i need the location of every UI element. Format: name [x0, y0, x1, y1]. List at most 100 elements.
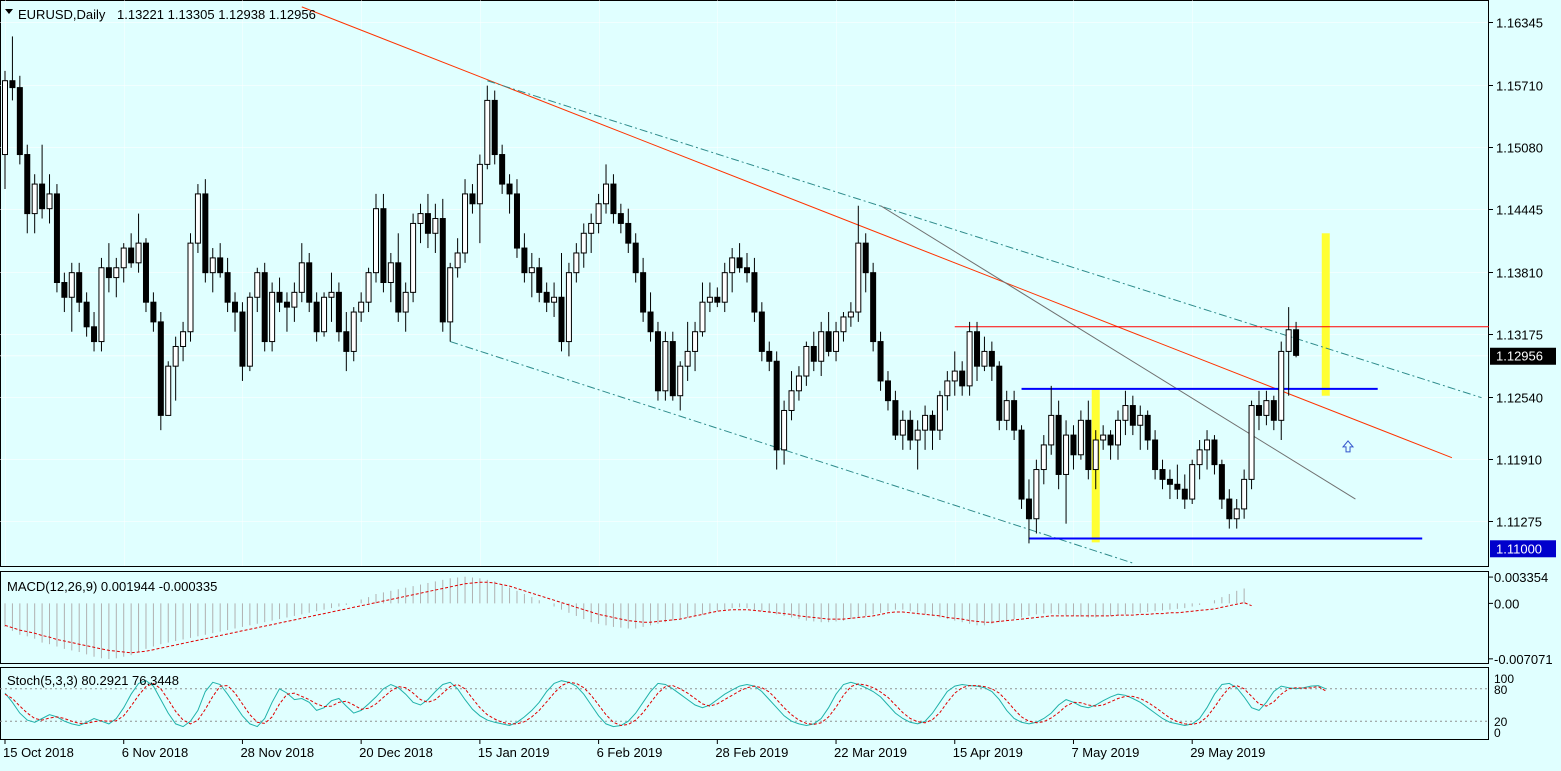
- chart-svg[interactable]: 1.16345 1.15710 1.15080 1.14445 1.13810 1.131…: [0, 0, 1561, 766]
- time-tick-label: 20 Dec 2018: [359, 745, 433, 760]
- bear-candle: [1107, 434, 1114, 446]
- bull-candle: [1048, 414, 1055, 446]
- bull-candle: [269, 291, 276, 343]
- bear-candle: [142, 242, 149, 303]
- bull-candle: [209, 257, 216, 274]
- current-price-label: 1.12956: [1496, 349, 1543, 364]
- bull-candle: [1122, 405, 1129, 421]
- time-tick-label: 29 May 2019: [1190, 745, 1265, 760]
- bear-candle: [521, 247, 528, 274]
- time-tick-label: 6 Feb 2019: [597, 745, 663, 760]
- symbol-label: EURUSD,Daily: [18, 7, 106, 22]
- bull-candle: [914, 429, 921, 441]
- bear-candle: [647, 311, 654, 333]
- bear-candle: [758, 311, 765, 352]
- bull-candle: [966, 331, 973, 387]
- bear-candle: [877, 341, 884, 382]
- time-tick-label: 15 Apr 2019: [953, 745, 1023, 760]
- bear-candle: [83, 301, 90, 328]
- bear-candle: [1018, 429, 1025, 500]
- bear-candle: [128, 247, 135, 264]
- bull-candle: [476, 163, 483, 205]
- bear-candle: [91, 326, 98, 343]
- bull-candle: [98, 267, 105, 343]
- bear-candle: [157, 321, 164, 416]
- time-tick-label: 28 Nov 2018: [240, 745, 314, 760]
- time-tick-label: 15 Oct 2018: [3, 745, 74, 760]
- bull-candle: [328, 291, 335, 298]
- macd-title: MACD(12,26,9) 0.001944 -0.000335: [7, 579, 217, 594]
- bull-candle: [2, 80, 8, 156]
- macd-tick-label: -0.007071: [1494, 652, 1553, 667]
- stoch-tick-label: 0: [1494, 726, 1501, 740]
- bull-candle: [1248, 405, 1255, 480]
- bear-candle: [150, 301, 157, 323]
- bear-candle: [16, 87, 23, 156]
- bear-candle: [343, 331, 350, 352]
- bear-candle: [884, 380, 891, 402]
- bear-candle: [714, 296, 721, 303]
- bull-candle: [1189, 464, 1196, 500]
- macd-tick-label: 0.00: [1494, 596, 1519, 611]
- bull-candle: [847, 311, 854, 318]
- bull-candle: [677, 365, 684, 397]
- bull-candle: [662, 341, 669, 392]
- bull-candle: [699, 301, 706, 333]
- bear-candle: [380, 208, 387, 284]
- bull-candle: [387, 262, 394, 284]
- bear-candle: [907, 419, 914, 441]
- bear-candle: [232, 301, 239, 313]
- bear-candle: [543, 291, 550, 303]
- bear-candle: [892, 400, 899, 436]
- bull-candle: [788, 390, 795, 411]
- bear-candle: [313, 301, 320, 333]
- bull-candle: [46, 193, 53, 210]
- bear-candle: [1144, 414, 1151, 441]
- bear-candle: [1174, 483, 1181, 490]
- bear-candle: [335, 291, 342, 333]
- bear-candle: [306, 262, 313, 303]
- bear-candle: [395, 262, 402, 313]
- price-tick-label: 1.12540: [1496, 391, 1543, 406]
- bear-candle: [39, 183, 46, 210]
- bull-candle: [113, 267, 120, 279]
- bear-candle: [105, 267, 112, 279]
- bull-candle: [454, 252, 461, 269]
- bull-candle: [1040, 444, 1047, 471]
- trading-chart[interactable]: 1.16345 1.15710 1.15080 1.14445 1.13810 1.131…: [0, 0, 1561, 766]
- bear-candle: [283, 301, 290, 308]
- bear-candle: [1085, 419, 1092, 471]
- bear-candle: [1152, 439, 1159, 471]
- bear-candle: [988, 350, 995, 367]
- bear-candle: [1226, 498, 1233, 520]
- bull-candle: [1204, 439, 1211, 451]
- bull-candle: [291, 291, 298, 308]
- bear-candle: [1011, 400, 1018, 431]
- bull-candle: [1033, 469, 1040, 520]
- bull-candle: [402, 291, 409, 313]
- bear-candle: [506, 183, 513, 195]
- bull-candle: [246, 296, 253, 367]
- bull-candle: [1063, 434, 1070, 475]
- bull-candle: [684, 350, 691, 367]
- bear-candle: [491, 99, 498, 156]
- bull-candle: [1263, 400, 1270, 416]
- bear-candle: [1166, 478, 1173, 485]
- bull-candle: [1100, 434, 1107, 441]
- bull-candle: [551, 296, 558, 303]
- price-tick-label: 1.11910: [1496, 453, 1542, 468]
- bear-candle: [9, 80, 16, 89]
- ohlc-label: 1.13221 1.13305 1.12938 1.12956: [117, 7, 316, 22]
- bull-candle: [573, 252, 580, 274]
- bear-candle: [669, 341, 676, 397]
- price-tick-label: 1.15710: [1496, 79, 1543, 94]
- bull-candle: [528, 267, 535, 274]
- bull-candle: [936, 395, 943, 431]
- bull-candle: [729, 257, 736, 274]
- bull-candle: [68, 272, 75, 298]
- bear-candle: [1218, 464, 1225, 500]
- bull-candle: [432, 218, 439, 234]
- bull-candle: [31, 183, 38, 215]
- bear-candle: [1055, 414, 1062, 475]
- bull-candle: [1137, 414, 1144, 426]
